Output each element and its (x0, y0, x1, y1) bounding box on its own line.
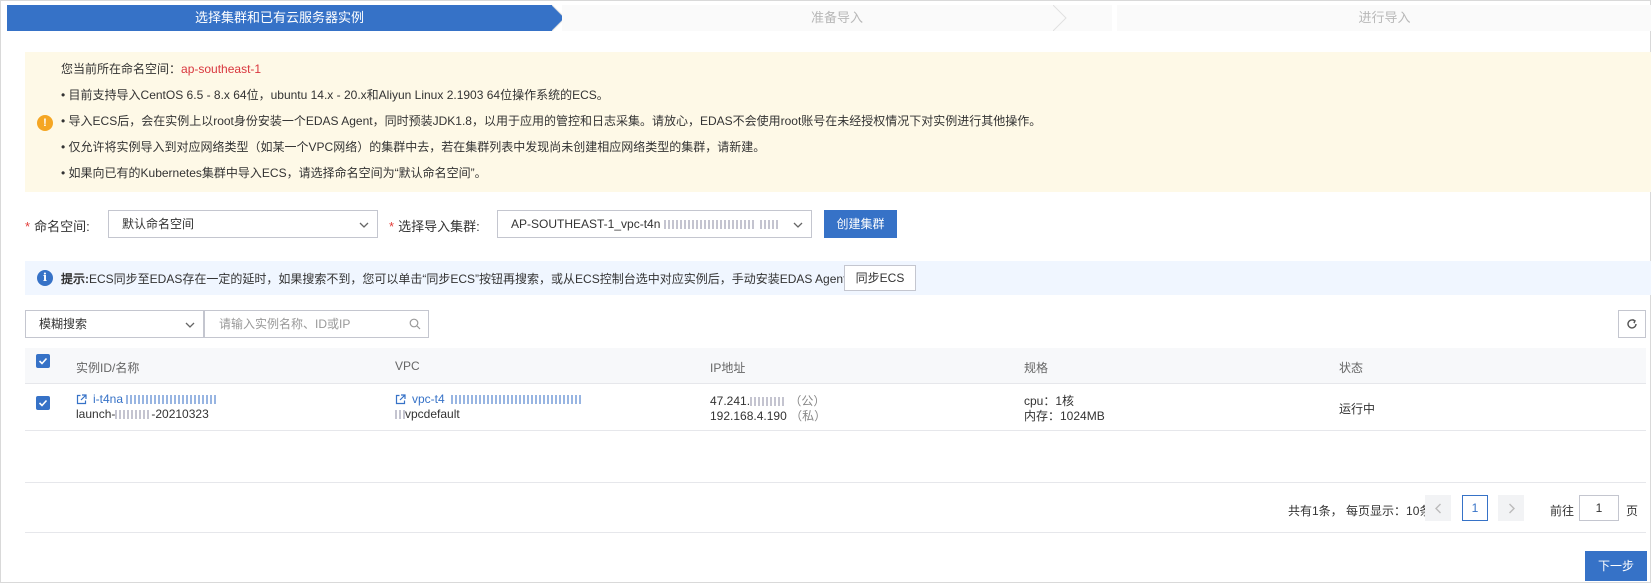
required-mark: * (25, 219, 31, 234)
tip-prefix: 提示: (61, 272, 89, 286)
namespace-label-text: 命名空间: (34, 219, 90, 234)
cluster-select[interactable]: AP-SOUTHEAST-1_vpc-t4n (497, 210, 812, 238)
chevron-down-icon (185, 322, 195, 328)
tip-box: i 提示:ECS同步至EDAS存在一定的延时，如果搜索不到，您可以单击“同步EC… (25, 261, 1651, 295)
info-icon: i (37, 270, 53, 286)
redacted-text (760, 220, 781, 229)
notice-line: • 目前支持导入CentOS 6.5 - 8.x 64位，ubuntu 14.x… (61, 88, 609, 102)
namespace-select-value: 默认命名空间 (122, 217, 195, 231)
vpc-id: vpc-t4 (412, 392, 445, 406)
private-tag: （私） (790, 409, 827, 423)
chevron-right-icon (1509, 503, 1515, 514)
vpc-name: vpcdefault (395, 407, 460, 421)
notice-line: • 导入ECS后，会在实例上以root身份安装一个EDAS Agent，同时预装… (61, 114, 1042, 128)
sync-ecs-button[interactable]: 同步ECS (844, 265, 916, 291)
chevron-down-icon (793, 222, 803, 228)
goto-label: 前往 (1550, 504, 1575, 518)
cluster-select-value: AP-SOUTHEAST-1_vpc-t4n (511, 217, 661, 231)
redacted-text (750, 397, 787, 406)
tip-text: 提示:ECS同步至EDAS存在一定的延时，如果搜索不到，您可以单击“同步ECS”… (61, 270, 858, 287)
next-step-button[interactable]: 下一步 (1585, 551, 1647, 581)
page-1-button[interactable]: 1 (1462, 495, 1488, 521)
check-icon (38, 357, 48, 365)
redacted-text (664, 220, 755, 229)
cluster-label: * 选择导入集群: (389, 216, 480, 235)
notice-line: • 仅允许将实例导入到对应网络类型（如某一个VPC网络）的集群中去，若在集群列表… (61, 140, 766, 154)
create-cluster-button[interactable]: 创建集群 (824, 210, 897, 238)
refresh-icon (1627, 318, 1637, 329)
chevron-left-icon (1435, 503, 1441, 514)
vpc-id-link[interactable]: vpc-t4 (395, 392, 581, 406)
namespace-line: 您当前所在命名空间：ap-southeast-1 (61, 60, 261, 77)
private-ip-value: 192.168.4.190 (710, 409, 787, 423)
spec-memory: 内存：1024MB (1024, 409, 1105, 423)
instance-id: i-t4na (93, 392, 124, 406)
column-ip[interactable]: IP地址 (710, 359, 745, 376)
column-spec[interactable]: 规格 (1024, 359, 1048, 376)
column-status[interactable]: 状态 (1339, 359, 1363, 376)
vpc-name-text: vpcdefault (405, 407, 460, 421)
namespace-select[interactable]: 默认命名空间 (108, 210, 378, 238)
notice-line: • 如果向已有的Kubernetes集群中导入ECS，请选择命名空间为“默认命名… (61, 166, 487, 180)
search-icon[interactable] (409, 318, 421, 330)
footer-divider (25, 532, 1646, 533)
redacted-text (395, 410, 405, 419)
search-placeholder: 请输入实例名称、ID或IP (219, 317, 351, 331)
goto-page-input[interactable]: 1 (1579, 495, 1619, 521)
total-count: 共有1条， (1288, 504, 1343, 518)
step-select-cluster: 选择集群和已有云服务器实例 (7, 5, 565, 31)
check-icon (38, 399, 48, 407)
search-mode-select[interactable]: 模糊搜索 (25, 310, 204, 338)
next-page-button[interactable] (1498, 495, 1524, 521)
table-header: 实例ID/名称 VPC IP地址 规格 状态 (25, 348, 1646, 384)
refresh-button[interactable] (1618, 310, 1646, 338)
public-ip-value: 47.241. (710, 394, 751, 408)
page-suffix: 页 (1626, 504, 1639, 518)
external-link-icon (76, 394, 87, 405)
pagination-summary: 共有1条， 每页显示：10条 (1288, 502, 1431, 519)
cluster-label-text: 选择导入集群: (398, 219, 480, 234)
tip-message: ECS同步至EDAS存在一定的延时，如果搜索不到，您可以单击“同步ECS”按钮再… (89, 272, 859, 286)
public-tag: （公） (789, 394, 826, 408)
namespace-label: * 命名空间: (25, 216, 90, 235)
per-page: 每页显示：10条 (1346, 504, 1432, 518)
search-mode-value: 模糊搜索 (39, 317, 88, 331)
instance-name: launch- -20210323 (76, 407, 209, 421)
column-instance[interactable]: 实例ID/名称 (76, 359, 139, 376)
namespace-value: ap-southeast-1 (181, 62, 262, 76)
step-progress: 选择集群和已有云服务器实例 准备导入 进行导入 (7, 5, 1651, 31)
redacted-text (126, 395, 217, 404)
row-checkbox[interactable] (36, 396, 50, 410)
search-input[interactable]: 请输入实例名称、ID或IP (204, 310, 429, 338)
table-body-filler (25, 431, 1646, 483)
prev-page-button[interactable] (1425, 495, 1451, 521)
redacted-text (450, 395, 581, 404)
redacted-text (115, 410, 152, 419)
warning-icon: ! (37, 115, 53, 131)
notice-box: ! 您当前所在命名空间：ap-southeast-1 • 目前支持导入CentO… (25, 52, 1651, 192)
step-prepare-import: 准备导入 (562, 5, 1112, 31)
status-text: 运行中 (1339, 402, 1376, 416)
instance-id-link[interactable]: i-t4na (76, 392, 217, 406)
namespace-prefix: 您当前所在命名空间： (61, 62, 182, 76)
chevron-down-icon (359, 222, 369, 228)
private-ip: 192.168.4.190 （私） (710, 407, 826, 424)
import-ecs-panel: 选择集群和已有云服务器实例 准备导入 进行导入 ! 您当前所在命名空间：ap-s… (0, 0, 1651, 583)
column-vpc[interactable]: VPC (395, 359, 420, 373)
table-row: i-t4na launch- -20210323 vpc-t4 vpcdefaul… (25, 384, 1646, 431)
instance-name-suffix: -20210323 (151, 407, 209, 421)
instance-name-prefix: launch- (76, 407, 116, 421)
select-all-checkbox[interactable] (36, 354, 50, 368)
step-separator (1053, 5, 1067, 31)
external-link-icon (395, 394, 406, 405)
required-mark: * (389, 219, 395, 234)
step-do-import: 进行导入 (1117, 5, 1651, 31)
